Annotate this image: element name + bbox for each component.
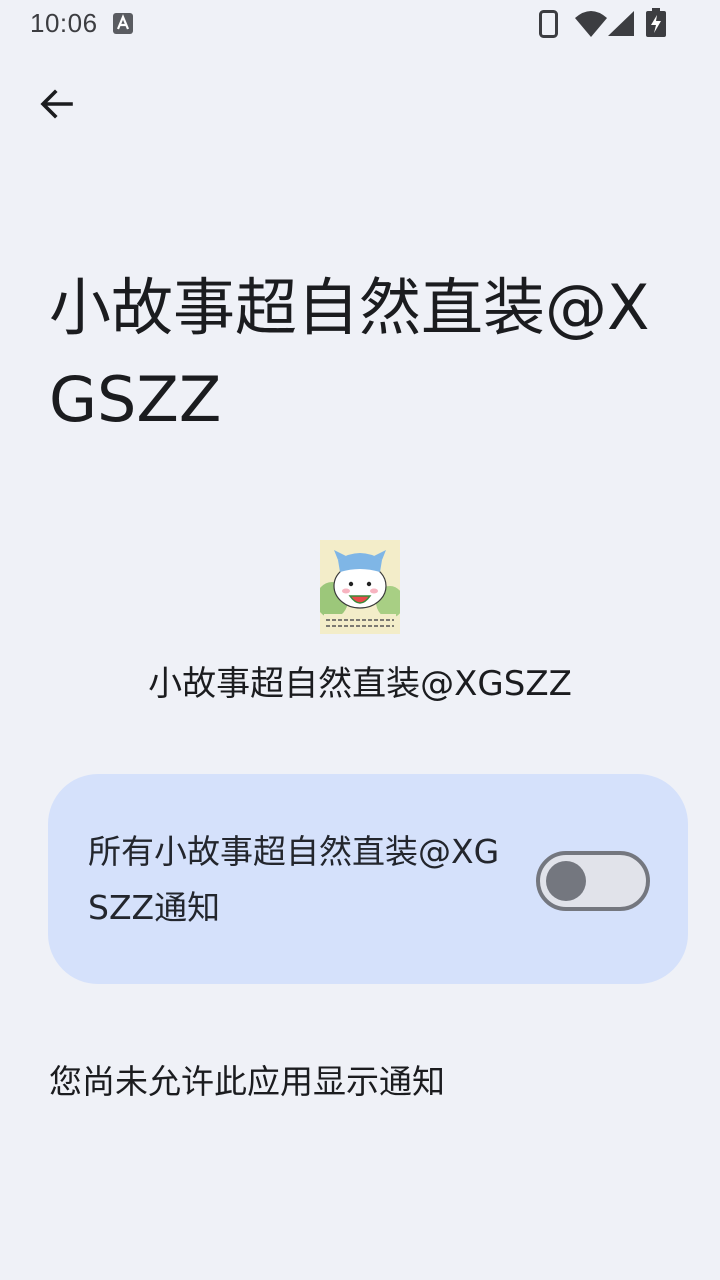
signal-icon [608,11,634,36]
status-time: 10:06 [30,8,98,38]
notifications-blocked-notice: 您尚未允许此应用显示通知 [49,1062,445,1101]
all-notifications-label: 所有小故事超自然直装@XGSZZ通知 [88,832,500,927]
wifi-icon [575,11,607,37]
all-notifications-toggle-card[interactable]: 所有小故事超自然直装@XGSZZ通知 [48,774,688,984]
phone-icon [539,10,558,38]
page-title: 小故事超自然直装@XGSZZ [49,271,650,436]
arrow-back-icon [40,89,73,119]
cartoon-cat-icon [320,540,400,634]
app-icon [320,540,400,634]
notifications-switch[interactable] [536,851,650,911]
font-notification-icon [113,13,133,34]
back-button[interactable] [24,72,88,136]
status-bar: 10:06 [0,0,720,48]
battery-charging-icon [646,8,666,37]
switch-thumb [546,861,586,901]
app-name: 小故事超自然直装@XGSZZ [148,664,572,704]
